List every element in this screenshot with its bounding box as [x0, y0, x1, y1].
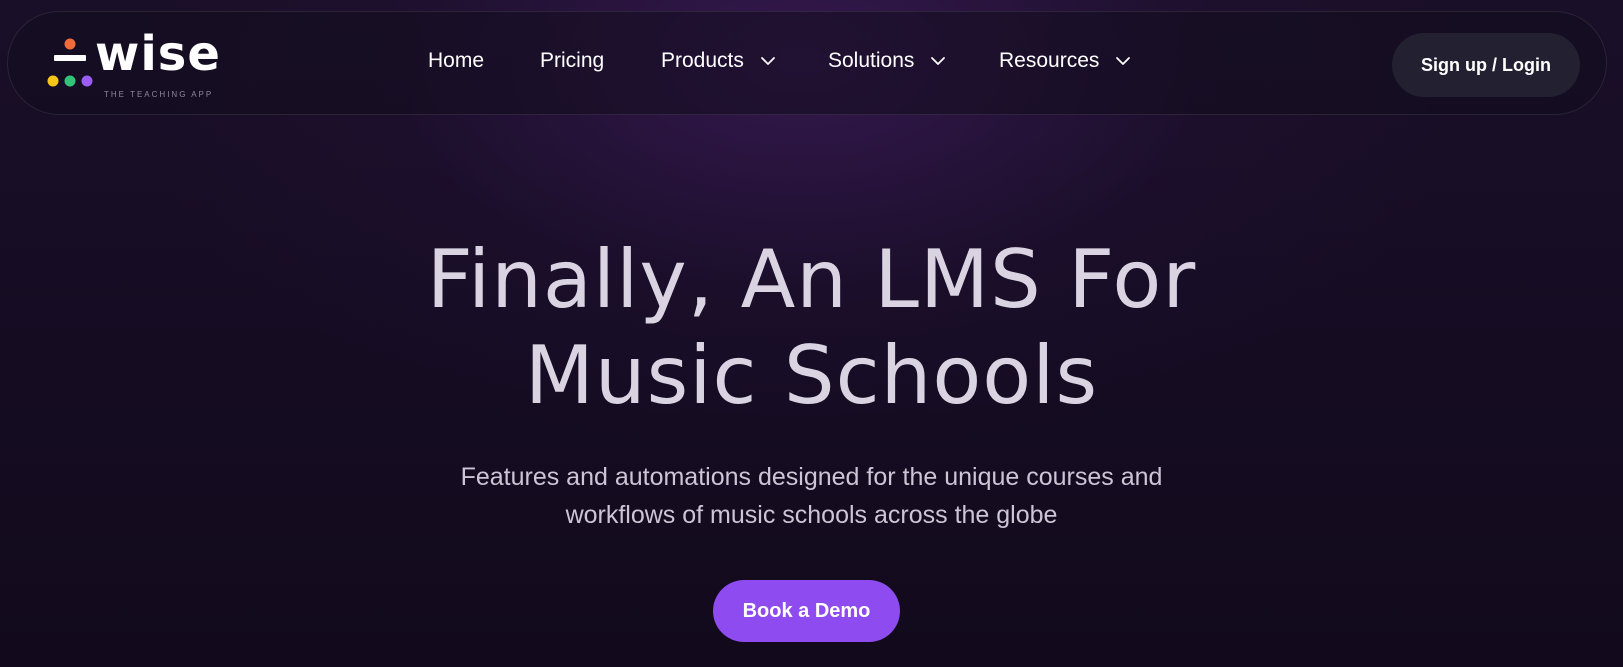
hero-subtitle-line: workflows of music schools across the gl…: [565, 501, 1058, 529]
nav-item-resources[interactable]: Resources: [999, 49, 1131, 73]
nav-links: Home Pricing Products Solutions Resource…: [8, 12, 1606, 116]
hero-title-line: Music Schools: [524, 329, 1099, 422]
nav-item-pricing[interactable]: Pricing: [540, 49, 604, 73]
hero-subtitle: Features and automations designed for th…: [0, 458, 1623, 534]
nav-item-home[interactable]: Home: [428, 49, 484, 73]
nav-item-label: Products: [661, 49, 744, 72]
chevron-down-icon: [931, 57, 946, 65]
nav-item-solutions[interactable]: Solutions: [828, 49, 946, 73]
nav-item-label: Pricing: [540, 49, 605, 72]
hero-title-line: Finally, An LMS For: [426, 233, 1197, 326]
hero-title: Finally, An LMS For Music Schools: [0, 232, 1623, 424]
chevron-down-icon: [760, 57, 775, 65]
chevron-down-icon: [1116, 57, 1131, 65]
book-demo-button[interactable]: Book a Demo: [713, 580, 900, 642]
nav-item-products[interactable]: Products: [661, 49, 776, 73]
signup-login-button[interactable]: Sign up / Login: [1392, 33, 1580, 97]
top-navbar: wise THE TEACHING APP Home Pricing Produ…: [7, 11, 1607, 115]
hero-subtitle-line: Features and automations designed for th…: [460, 463, 1163, 491]
nav-item-label: Solutions: [828, 49, 915, 72]
nav-item-label: Home: [428, 49, 485, 72]
nav-item-label: Resources: [999, 49, 1100, 72]
